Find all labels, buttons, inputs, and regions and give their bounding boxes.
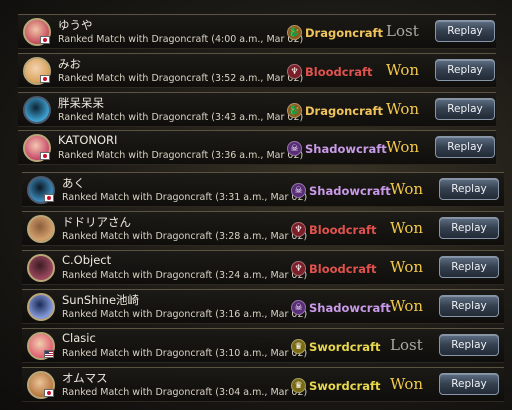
craft-label: Swordcraft [309,339,381,354]
match-result: Lost [386,22,419,40]
match-row: ドドリアさん Ranked Match with Dragoncraft (3:2… [22,211,504,246]
match-result: Won [390,219,424,237]
japan-flag-icon [44,389,54,397]
match-row: あく Ranked Match with Dragoncraft (3:31 a.… [22,172,504,207]
match-row: みお Ranked Match with Dragoncraft (3:52 a.… [18,53,496,88]
opponent-craft: ♆ Bloodcraft [291,260,377,277]
match-detail: Ranked Match with Dragoncraft (3:24 a.m.… [62,270,308,281]
match-result: Won [390,258,424,276]
replay-button[interactable]: Replay [439,256,499,278]
japan-flag-icon [40,36,50,44]
match-detail: Ranked Match with Dragoncraft (3:28 a.m.… [62,231,308,242]
bloodcraft-emblem-icon: ♆ [287,64,302,79]
match-detail: Ranked Match with Dragoncraft (3:36 a.m.… [58,150,304,161]
match-detail: Ranked Match with Dragoncraft (3:31 a.m.… [62,192,308,203]
craft-label: Dragoncraft [305,25,384,40]
dragoncraft-emblem-icon: 🐉 [287,25,302,40]
dragoncraft-emblem-icon: 🐉 [287,103,302,118]
match-history-list: ゆうや Ranked Match with Dragoncraft (4:00 a… [0,0,512,410]
match-detail: Ranked Match with Dragoncraft (3:16 a.m.… [62,309,308,320]
opponent-craft: 🐉 Dragoncraft [287,102,383,119]
match-result: Won [386,61,420,79]
player-avatar-icon[interactable] [27,215,55,243]
player-name: オムマス [62,371,108,385]
player-name: SunShine池崎 [62,293,140,307]
swordcraft-emblem-icon: ♛ [291,339,306,354]
bloodcraft-emblem-icon: ♆ [291,261,306,276]
emblem-avatar-icon[interactable] [23,96,51,124]
player-avatar-icon[interactable] [27,293,55,321]
craft-label: Dragoncraft [305,103,384,118]
replay-button[interactable]: Replay [439,178,499,200]
match-row: SunShine池崎 Ranked Match with Dragoncraft … [22,289,504,324]
match-result: Lost [390,336,423,354]
match-result: Won [390,375,424,393]
match-detail: Ranked Match with Dragoncraft (3:10 a.m.… [62,348,308,359]
craft-label: Shadowcraft [309,183,391,198]
player-name: みお [58,57,81,71]
player-name: ドドリアさん [62,215,131,229]
opponent-craft: ☠ Shadowcraft [291,182,391,199]
match-row: C.Object Ranked Match with Dragoncraft (3… [22,250,504,285]
replay-button[interactable]: Replay [435,136,495,158]
craft-label: Bloodcraft [309,222,377,237]
player-name: 胖呆呆呆 [58,96,104,110]
opponent-craft: ☠ Shadowcraft [287,140,387,157]
match-row: ゆうや Ranked Match with Dragoncraft (4:00 a… [18,14,496,49]
match-row: Clasic Ranked Match with Dragoncraft (3:1… [22,328,504,363]
replay-button[interactable]: Replay [439,373,499,395]
swordcraft-emblem-icon: ♛ [291,378,306,393]
opponent-craft: ♆ Bloodcraft [291,221,377,238]
match-detail: Ranked Match with Dragoncraft (3:04 a.m.… [62,387,308,398]
opponent-craft: ♛ Swordcraft [291,338,380,355]
craft-label: Shadowcraft [305,141,387,156]
japan-flag-icon [40,152,50,160]
match-row: KATONORI Ranked Match with Dragoncraft (3… [18,130,496,165]
craft-label: Bloodcraft [309,261,377,276]
replay-button[interactable]: Replay [435,59,495,81]
replay-button[interactable]: Replay [439,295,499,317]
replay-button[interactable]: Replay [439,217,499,239]
match-result: Won [386,100,420,118]
match-row: オムマス Ranked Match with Dragoncraft (3:04 … [22,367,504,402]
replay-button[interactable]: Replay [435,20,495,42]
match-result: Won [386,138,420,156]
us-flag-icon [44,350,54,358]
player-name: C.Object [62,253,112,267]
player-name: ゆうや [58,18,93,32]
opponent-craft: ♆ Bloodcraft [287,63,373,80]
match-detail: Ranked Match with Dragoncraft (3:52 a.m.… [58,73,304,84]
match-detail: Ranked Match with Dragoncraft (3:43 a.m.… [58,112,304,123]
match-result: Won [390,180,424,198]
shadowcraft-emblem-icon: ☠ [291,183,306,198]
player-name: Clasic [62,331,96,345]
opponent-craft: 🐉 Dragoncraft [287,24,383,41]
player-name: KATONORI [58,133,118,147]
japan-flag-icon [44,194,54,202]
player-avatar-icon[interactable] [27,254,55,282]
craft-label: Swordcraft [309,378,381,393]
replay-button[interactable]: Replay [439,334,499,356]
match-result: Won [390,297,424,315]
match-detail: Ranked Match with Dragoncraft (4:00 a.m.… [58,34,304,45]
opponent-craft: ♛ Swordcraft [291,377,380,394]
japan-flag-icon [40,75,50,83]
replay-button[interactable]: Replay [435,98,495,120]
shadowcraft-emblem-icon: ☠ [287,141,302,156]
craft-label: Bloodcraft [305,64,373,79]
craft-label: Shadowcraft [309,300,391,315]
bloodcraft-emblem-icon: ♆ [291,222,306,237]
shadowcraft-emblem-icon: ☠ [291,300,306,315]
opponent-craft: ☠ Shadowcraft [291,299,391,316]
player-name: あく [62,176,85,190]
match-row: 胖呆呆呆 Ranked Match with Dragoncraft (3:43 … [18,92,496,127]
